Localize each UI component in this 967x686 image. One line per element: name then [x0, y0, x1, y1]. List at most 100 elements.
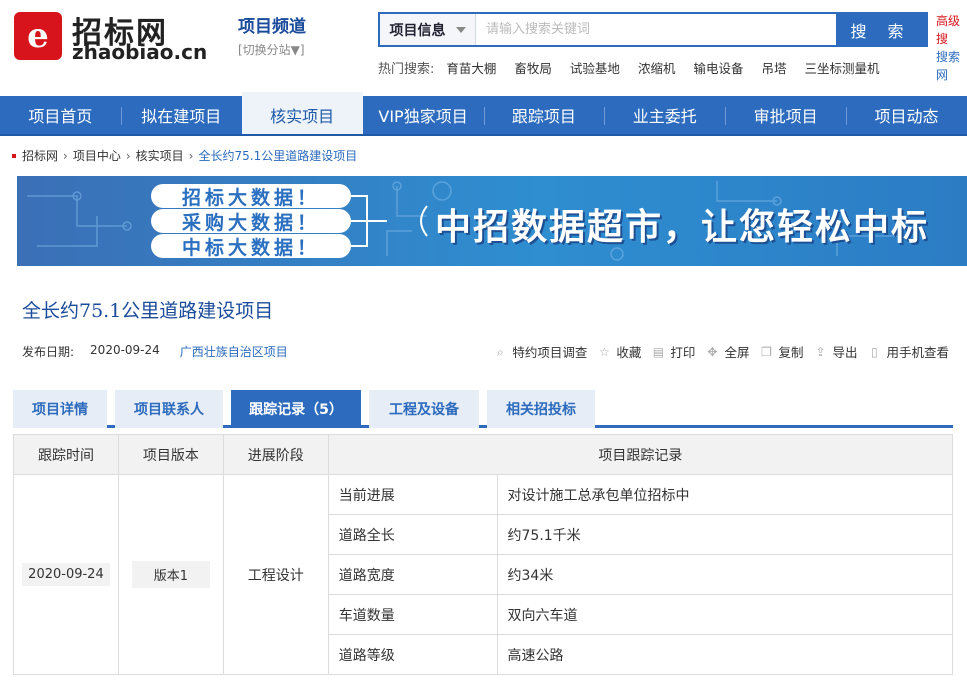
mobile-icon: ▯: [871, 344, 878, 359]
copy-icon: ❐: [761, 344, 772, 359]
nav-item-verified[interactable]: 核实项目: [241, 92, 363, 134]
tool-label: 收藏: [616, 345, 642, 360]
export-button[interactable]: ⇪ 导出: [813, 342, 857, 361]
advanced-search-link[interactable]: 高级搜: [936, 12, 967, 48]
mobile-view-button[interactable]: ▯ 用手机查看: [867, 342, 949, 361]
region-link[interactable]: 广西壮族自治区项目: [180, 343, 288, 360]
advanced-search-sub-link[interactable]: 搜索网: [936, 48, 967, 84]
advanced-search[interactable]: 高级搜 搜索网: [936, 12, 967, 84]
special-survey-button[interactable]: ⌕ 特约项目调查: [493, 342, 587, 361]
column-header: 跟踪时间: [13, 434, 119, 475]
record-value: 对设计施工总承包单位招标中: [496, 474, 954, 515]
record-key: 道路等级: [327, 634, 498, 675]
tool-label: 特约项目调查: [512, 345, 588, 360]
nav-item-planned[interactable]: 拟在建项目: [120, 96, 242, 134]
hot-search-link[interactable]: 浓缩机: [638, 58, 676, 77]
date-label: 发布日期:: [22, 345, 75, 359]
print-button[interactable]: ▤ 打印: [651, 342, 696, 361]
project-meta: 发布日期: 2020-09-24 广西壮族自治区项目: [22, 343, 288, 360]
column-header: 进展阶段: [222, 434, 329, 475]
chevron-down-icon: [455, 26, 466, 33]
nav-item-home[interactable]: 项目首页: [0, 96, 121, 134]
tab-contacts[interactable]: 项目联系人: [115, 390, 223, 428]
bullet-icon: [12, 153, 16, 158]
record-value: 约34米: [496, 554, 954, 595]
banner-pill: 中标大数据！: [151, 234, 351, 259]
main-nav: 项目首页 拟在建项目 核实项目 VIP独家项目 跟踪项目 业主委托 审批项目 项…: [0, 92, 967, 136]
version-cell: 版本1: [117, 474, 224, 675]
tool-label: 全屏: [724, 345, 750, 360]
nav-item-tracking[interactable]: 跟踪项目: [483, 96, 605, 134]
nav-item-owner[interactable]: 业主委托: [604, 96, 725, 134]
chevron-right-icon: ›: [188, 148, 194, 163]
move-icon: ✥: [707, 344, 718, 359]
tool-label: 打印: [670, 345, 696, 360]
column-header: 项目版本: [117, 434, 224, 475]
track-time: 2020-09-24: [22, 563, 110, 586]
hot-search-link[interactable]: 育苗大棚: [446, 58, 496, 77]
chevron-right-icon: ›: [125, 148, 131, 163]
nav-item-approval[interactable]: 审批项目: [725, 96, 846, 134]
breadcrumb-link[interactable]: 项目中心: [73, 147, 121, 164]
search-category-label: 项目信息: [389, 22, 446, 39]
track-time-cell: 2020-09-24: [13, 474, 119, 675]
hot-search-link[interactable]: 输电设备: [693, 58, 743, 77]
record-value: 双向六车道: [496, 594, 954, 635]
search-input[interactable]: [476, 14, 836, 45]
search-category-select[interactable]: 项目信息: [380, 14, 476, 45]
table-header-row: 跟踪时间 项目版本 进展阶段 项目跟踪记录: [13, 434, 954, 475]
breadcrumb: 招标网 › 项目中心 › 核实项目 › 全长约75.1公里道路建设项目: [12, 147, 357, 164]
banner-pill: 采购大数据！: [151, 209, 351, 234]
nav-item-news[interactable]: 项目动态: [846, 96, 967, 134]
column-header: 项目跟踪记录: [327, 434, 954, 475]
record-value: 高速公路: [496, 634, 954, 675]
export-icon: ⇪: [815, 344, 826, 359]
switch-site-link[interactable]: [切换分站▼]: [238, 41, 306, 58]
stage-cell: 工程设计: [222, 474, 329, 675]
tab-tracking[interactable]: 跟踪记录（5）: [231, 390, 361, 428]
hot-search-link[interactable]: 吊塔: [761, 58, 786, 77]
table-row: 2020-09-24 版本1 工程设计 当前进展 对设计施工总承包单位招标中: [13, 474, 954, 675]
search-bar: 项目信息 搜 索: [378, 12, 928, 47]
page-title: 全长约75.1公里道路建设项目: [22, 300, 274, 322]
record-key: 当前进展: [327, 474, 498, 515]
channel-title: 项目频道: [238, 17, 306, 37]
fullscreen-button[interactable]: ✥ 全屏: [705, 342, 749, 361]
hot-search-link[interactable]: 畜牧局: [514, 58, 552, 77]
favorite-button[interactable]: ☆ 收藏: [597, 342, 641, 361]
hot-search-link[interactable]: 三坐标测量机: [804, 58, 879, 77]
tab-related-bids[interactable]: 相关招投标: [487, 390, 595, 428]
breadcrumb-current[interactable]: 全长约75.1公里道路建设项目: [198, 147, 357, 164]
nav-item-vip[interactable]: VIP独家项目: [363, 96, 484, 134]
tool-label: 复制: [778, 345, 804, 360]
record-key: 道路全长: [327, 514, 498, 555]
breadcrumb-link[interactable]: 招标网: [22, 147, 58, 164]
tab-details[interactable]: 项目详情: [13, 390, 107, 428]
logo-mark-icon: e: [14, 12, 62, 60]
tool-label: 导出: [832, 345, 858, 360]
hot-searches-label: 热门搜索:: [378, 62, 435, 77]
star-icon: ☆: [599, 344, 610, 359]
tool-label: 用手机查看: [886, 345, 949, 360]
channel-block: 项目频道 [切换分站▼]: [238, 12, 306, 58]
search-button[interactable]: 搜 索: [836, 14, 926, 45]
detail-tabs: 项目详情 项目联系人 跟踪记录（5） 工程及设备 相关招投标: [13, 390, 953, 428]
promo-banner[interactable]: 招标大数据！ 采购大数据！ 中标大数据！ 中招数据超市，让您轻松中标: [17, 176, 967, 266]
version-badge: 版本1: [131, 561, 211, 588]
tracking-table: 跟踪时间 项目版本 进展阶段 项目跟踪记录 2020-09-24 版本1 工程设…: [13, 434, 954, 675]
banner-slogan: 中招数据超市，让您轻松中标: [435, 207, 930, 248]
hot-searches: 热门搜索: 育苗大棚 畜牧局 试验基地 浓缩机 输电设备 吊塔 三坐标测量机: [378, 58, 898, 77]
copy-button[interactable]: ❐ 复制: [759, 342, 803, 361]
hot-search-link[interactable]: 试验基地: [570, 58, 620, 77]
toolbar: ⌕ 特约项目调查 ☆ 收藏 ▤ 打印 ✥ 全屏 ❐ 复制 ⇪ 导出 ▯ 用手机查看: [483, 342, 949, 361]
site-logo[interactable]: e 招标网 zhaobiao.cn: [14, 10, 214, 64]
record-key: 道路宽度: [327, 554, 498, 595]
chevron-right-icon: ›: [63, 148, 68, 163]
record-key: 车道数量: [327, 594, 498, 635]
magnifier-icon: ⌕: [497, 344, 504, 359]
publish-date: 2020-09-24: [90, 343, 160, 357]
breadcrumb-link[interactable]: 核实项目: [136, 147, 184, 164]
printer-icon: ▤: [652, 344, 665, 359]
tab-equipment[interactable]: 工程及设备: [369, 390, 479, 428]
banner-pill: 招标大数据！: [151, 184, 351, 209]
